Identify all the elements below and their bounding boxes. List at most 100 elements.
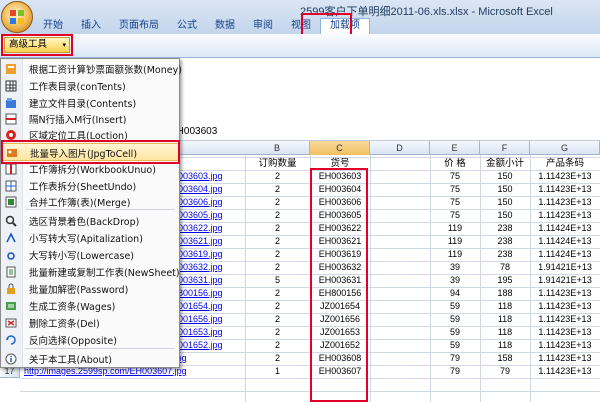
menu-item-lowercase[interactable]: 大写转小写(Lowercase) — [1, 246, 179, 264]
cell-barcode[interactable]: 1.91421E+13 — [530, 274, 600, 287]
cell-subtotal[interactable]: 195 — [480, 274, 530, 287]
menu-item-wages[interactable]: 生成工资条(Wages) — [1, 297, 179, 315]
cell-link[interactable]: 003631.jpg — [178, 274, 244, 287]
column-header-g[interactable]: G — [530, 141, 600, 155]
tab-page-layout[interactable]: 页面布局 — [110, 17, 168, 34]
cell-price[interactable]: 59 — [430, 313, 480, 326]
cell-subtotal[interactable]: 150 — [480, 209, 530, 222]
menu-item-magnifier[interactable]: 选区背景着色(BackDrop) — [1, 212, 179, 230]
cell-subtotal[interactable]: 118 — [480, 326, 530, 339]
cell-qty[interactable]: 5 — [245, 274, 310, 287]
tab-addins[interactable]: 加载项 — [320, 18, 370, 34]
cell-barcode[interactable]: 1.11423E+13 — [530, 300, 600, 313]
cell-price[interactable]: 119 — [430, 248, 480, 261]
office-button[interactable] — [1, 1, 33, 33]
cell-qty[interactable]: 2 — [245, 352, 310, 365]
cell-barcode[interactable]: 1.11423E+13 — [530, 365, 600, 378]
cell-subtotal[interactable]: 118 — [480, 300, 530, 313]
tab-insert[interactable]: 插入 — [72, 17, 110, 34]
cell-price[interactable]: 75 — [430, 196, 480, 209]
cell-link[interactable]: 003619.jpg — [178, 248, 244, 261]
cell-link[interactable]: 003621.jpg — [178, 235, 244, 248]
cell-subtotal[interactable]: 78 — [480, 261, 530, 274]
cell-price[interactable]: 59 — [430, 326, 480, 339]
cell-price[interactable]: 39 — [430, 261, 480, 274]
cell-subtotal[interactable]: 158 — [480, 352, 530, 365]
cell-price[interactable]: 75 — [430, 209, 480, 222]
header-price[interactable]: 价 格 — [430, 157, 480, 170]
column-header-c[interactable]: C — [310, 141, 370, 155]
cell-qty[interactable]: 2 — [245, 183, 310, 196]
column-header-d[interactable]: D — [370, 141, 430, 155]
advanced-tools-button[interactable]: 高级工具 ▾ — [4, 37, 70, 53]
column-header-e[interactable]: E — [430, 141, 480, 155]
cell-qty[interactable]: 2 — [245, 248, 310, 261]
cell-link[interactable]: 003603.jpg — [178, 170, 244, 183]
cell-subtotal[interactable]: 118 — [480, 313, 530, 326]
menu-item-delete[interactable]: 删除工资条(Del) — [1, 314, 179, 332]
menu-item-locate[interactable]: 区域定位工具(Loction) — [1, 126, 179, 144]
cell-subtotal[interactable]: 79 — [480, 365, 530, 378]
cell-qty[interactable]: 2 — [245, 287, 310, 300]
cell-barcode[interactable]: 1.11423E+13 — [530, 196, 600, 209]
menu-item-new-sheet[interactable]: 批量新建或复制工作表(NewSheet) — [1, 263, 180, 281]
tab-view[interactable]: 视图 — [282, 17, 320, 34]
cell-subtotal[interactable]: 188 — [480, 287, 530, 300]
cell-barcode[interactable]: 1.11424E+13 — [530, 222, 600, 235]
cell-price[interactable]: 79 — [430, 365, 480, 378]
cell-barcode[interactable]: 1.11423E+13 — [530, 183, 600, 196]
cell-barcode[interactable]: 1.11424E+13 — [530, 235, 600, 248]
cell-link[interactable]: 003604.jpg — [178, 183, 244, 196]
cell-qty[interactable]: 2 — [245, 222, 310, 235]
cell-barcode[interactable]: 1.91421E+13 — [530, 261, 600, 274]
header-qty[interactable]: 订购数量 — [245, 157, 310, 170]
cell-price[interactable]: 94 — [430, 287, 480, 300]
cell-qty[interactable]: 2 — [245, 209, 310, 222]
cell-qty[interactable]: 2 — [245, 326, 310, 339]
cell-qty[interactable]: 2 — [245, 196, 310, 209]
cell-link[interactable]: 003606.jpg — [178, 196, 244, 209]
cell-qty[interactable]: 2 — [245, 261, 310, 274]
tab-review[interactable]: 审阅 — [244, 17, 282, 34]
menu-item-about[interactable]: 关于本工具(About) — [1, 350, 179, 368]
cell-qty[interactable]: 2 — [245, 313, 310, 326]
cell-price[interactable]: 75 — [430, 183, 480, 196]
cell-price[interactable]: 39 — [430, 274, 480, 287]
cell-link[interactable]: 003605.jpg — [178, 209, 244, 222]
cell-barcode[interactable]: 1.11423E+13 — [530, 352, 600, 365]
menu-item-reverse[interactable]: 反向选择(Opposite) — [1, 331, 179, 349]
menu-item-calculator[interactable]: 根据工资计算钞票面额张数(Money) — [1, 60, 182, 78]
menu-item-image-import[interactable]: 批量导入图片(JpgToCell) — [1, 143, 179, 161]
cell-barcode[interactable]: 1.11424E+13 — [530, 248, 600, 261]
header-subtotal[interactable]: 金额小计 — [480, 157, 530, 170]
cell-qty[interactable]: 2 — [245, 235, 310, 248]
cell-link[interactable]: 001656.jpg — [178, 313, 244, 326]
menu-item-split-workbook[interactable]: 工作簿拆分(WorkbookUnuo) — [1, 160, 179, 178]
header-barcode[interactable]: 产品条码 — [530, 157, 600, 170]
cell-price[interactable]: 119 — [430, 235, 480, 248]
tab-formulas[interactable]: 公式 — [168, 17, 206, 34]
cell-qty[interactable]: 2 — [245, 300, 310, 313]
cell-price[interactable]: 119 — [430, 222, 480, 235]
cell-qty[interactable]: 2 — [245, 339, 310, 352]
cell-link[interactable]: 001652.jpg — [178, 339, 244, 352]
cell-barcode[interactable]: 1.11423E+13 — [530, 209, 600, 222]
cell-barcode[interactable]: 1.11423E+13 — [530, 326, 600, 339]
cell-subtotal[interactable]: 150 — [480, 183, 530, 196]
column-header-b[interactable]: B — [245, 141, 310, 155]
cell-barcode[interactable]: 1.11423E+13 — [530, 313, 600, 326]
cell-qty[interactable]: 1 — [245, 365, 310, 378]
cell-price[interactable]: 59 — [430, 300, 480, 313]
cell-subtotal[interactable]: 150 — [480, 170, 530, 183]
cell-subtotal[interactable]: 150 — [480, 196, 530, 209]
cell-link[interactable]: 003632.jpg — [178, 261, 244, 274]
menu-item-uppercase[interactable]: 小写转大写(Apitalization) — [1, 229, 179, 247]
cell-subtotal[interactable]: 238 — [480, 222, 530, 235]
cell-price[interactable]: 79 — [430, 352, 480, 365]
cell-subtotal[interactable]: 238 — [480, 248, 530, 261]
cell-link[interactable]: 800156.jpg — [178, 287, 244, 300]
cell-link[interactable]: 003622.jpg — [178, 222, 244, 235]
menu-item-grid[interactable]: 工作表目录(conTents) — [1, 77, 179, 95]
tab-data[interactable]: 数据 — [206, 17, 244, 34]
cell-link[interactable]: 001653.jpg — [178, 326, 244, 339]
